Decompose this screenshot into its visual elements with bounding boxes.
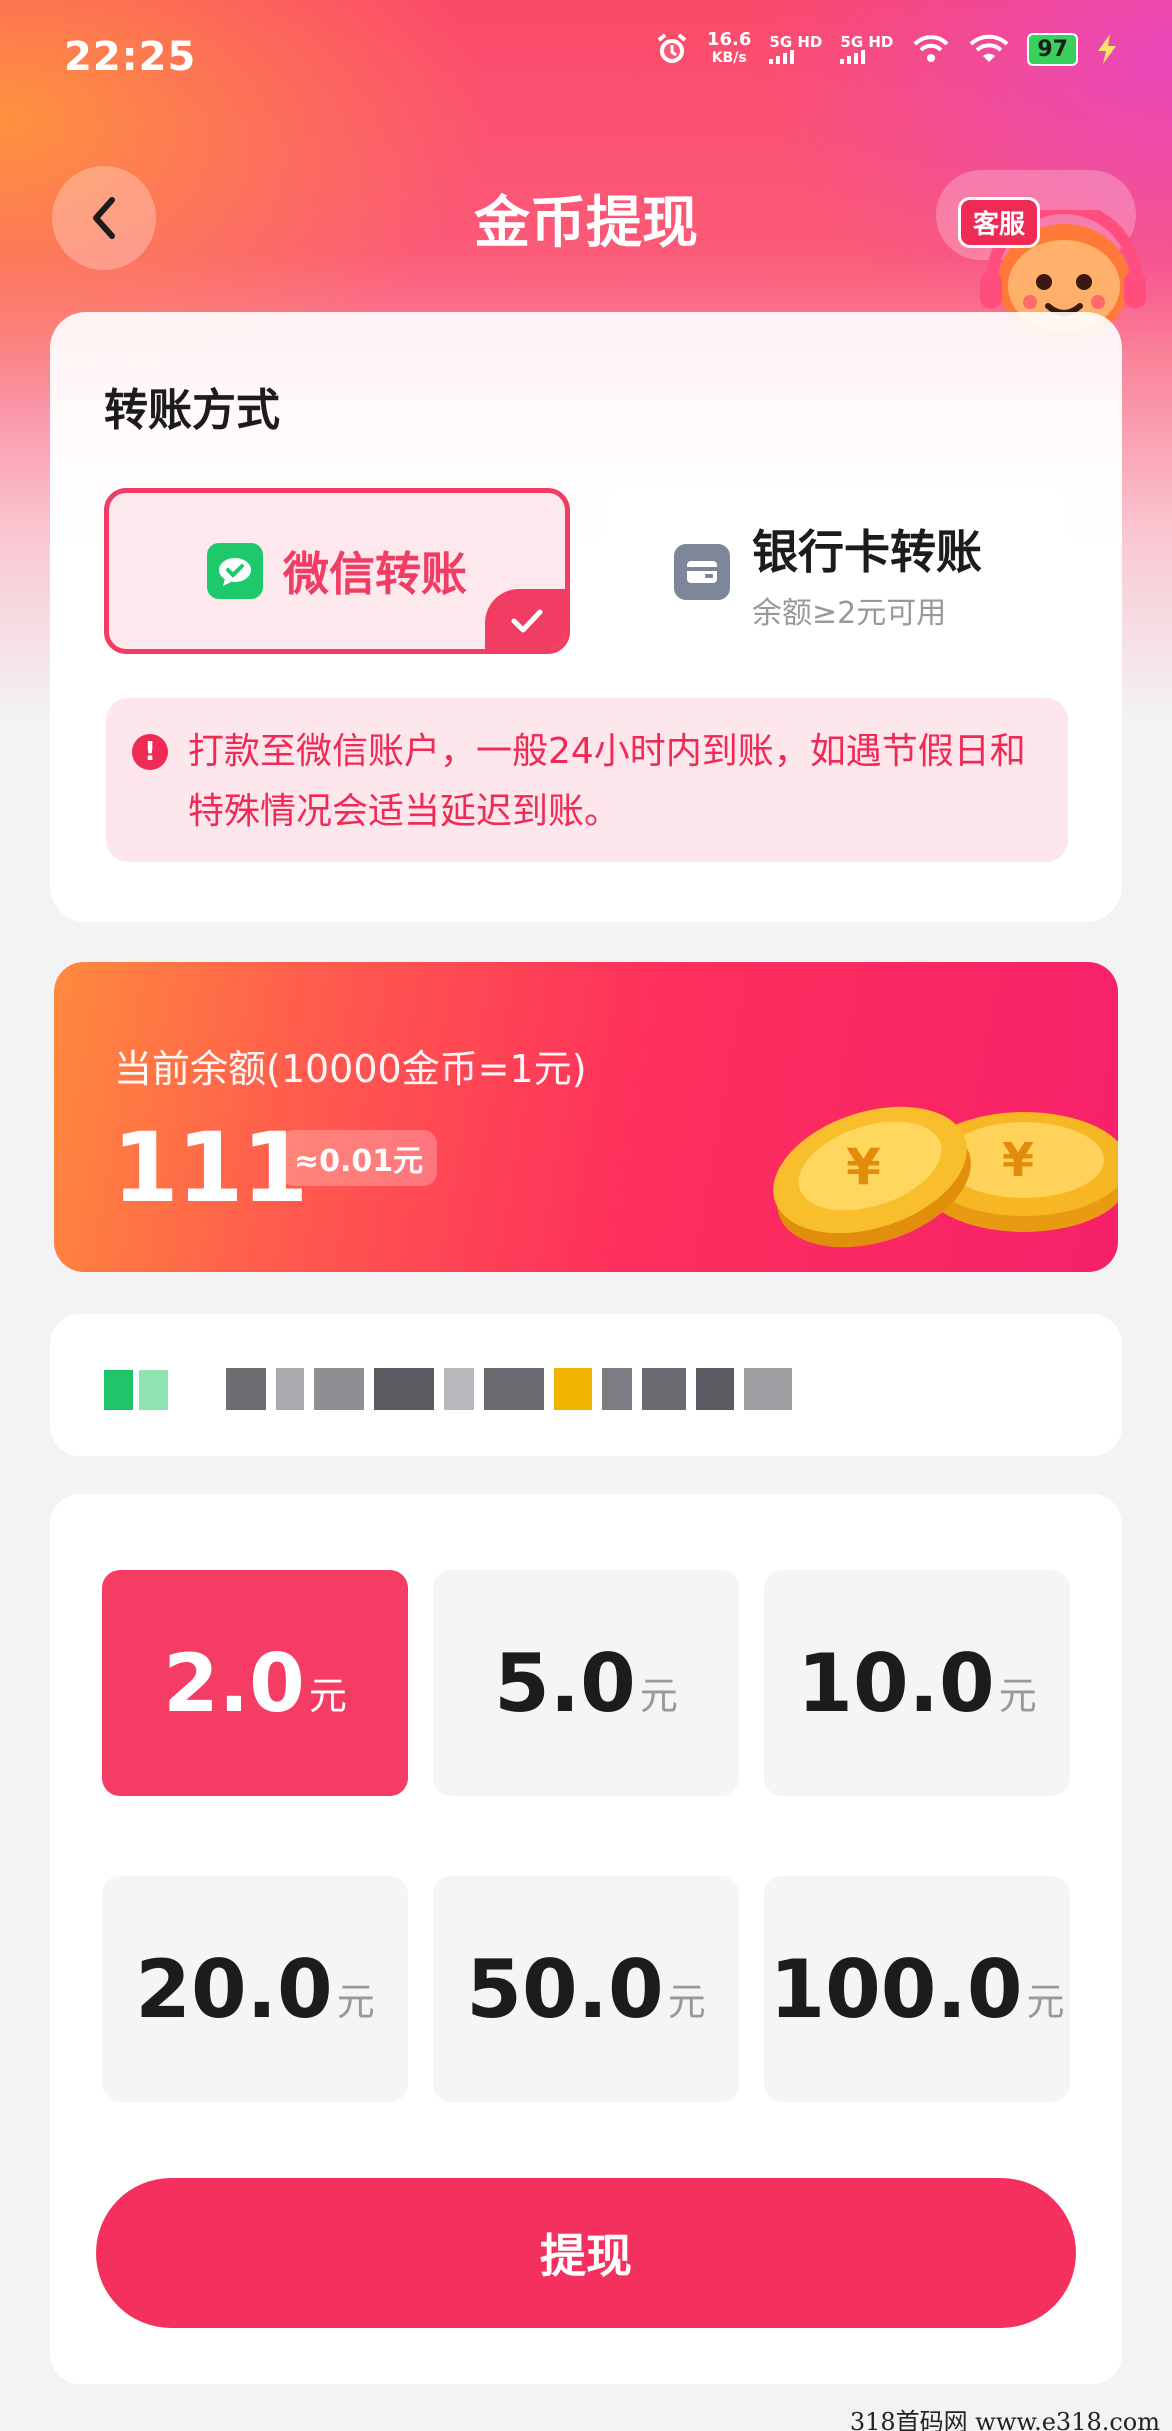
amount-value: 100.0: [769, 1942, 1023, 2036]
notice-banner: ! 打款至微信账户，一般24小时内到账，如遇节假日和特殊情况会适当延迟到账。: [106, 698, 1068, 862]
watermark: 318首码网 www.e318.com: [0, 2398, 1172, 2431]
notice-text: 打款至微信账户，一般24小时内到账，如遇节假日和特殊情况会适当延迟到账。: [188, 731, 1026, 832]
alarm-icon: [655, 32, 689, 66]
amount-option-5[interactable]: 5.0 元: [433, 1570, 739, 1796]
option-bank-transfer[interactable]: 银行卡转账 余额≥2元可用: [604, 488, 1070, 654]
transfer-method-card: 转账方式 微信转账 银行卡转账 余额≥2元可用 ! 打款至微信账户，一般24小时…: [50, 312, 1122, 922]
status-bar: 22:25 16.6 KB/s 5G HD 5G HD 97: [0, 0, 1172, 120]
amount-value: 2.0: [163, 1636, 305, 1730]
account-row[interactable]: [50, 1314, 1122, 1456]
option-label: 银行卡转账: [752, 525, 982, 579]
amount-option-10[interactable]: 10.0 元: [764, 1570, 1070, 1796]
withdraw-button[interactable]: 提现: [96, 2178, 1076, 2328]
amount-unit: 元: [667, 1979, 706, 2024]
net-label-1: 5G HD: [769, 33, 823, 51]
speed-value: 16.6: [706, 29, 752, 50]
amount-value: 50.0: [466, 1942, 664, 2036]
amount-unit: 元: [639, 1673, 678, 1718]
option-sublabel: 余额≥2元可用: [752, 596, 947, 631]
amount-value: 5.0: [494, 1636, 636, 1730]
section-title: 转账方式: [104, 385, 280, 436]
amount-card: 2.0 元 5.0 元 10.0 元 20.0 元 50.0 元 100.0 元 提现: [50, 1494, 1122, 2384]
status-time: 22:25: [64, 34, 197, 80]
amount-unit: 元: [308, 1673, 347, 1718]
amount-option-50[interactable]: 50.0 元: [433, 1876, 739, 2102]
option-label: 微信转账: [283, 547, 467, 601]
svg-text:¥: ¥: [846, 1138, 881, 1196]
amount-value: 10.0: [797, 1636, 995, 1730]
wechat-icon: [104, 1370, 168, 1410]
net-label-2: 5G HD: [840, 33, 894, 51]
network-speed: 16.6 KB/s: [707, 30, 751, 68]
wifi-icon: [969, 32, 1009, 66]
alert-icon: !: [132, 734, 168, 770]
battery-indicator: 97: [1027, 32, 1078, 66]
amount-unit: 元: [1026, 1979, 1065, 2024]
check-icon: [485, 589, 565, 649]
service-badge[interactable]: 客服: [958, 197, 1041, 248]
balance-card: 当前余额(10000金币=1元) 111 ≈0.01元 ¥ ¥: [54, 962, 1118, 1272]
amount-option-20[interactable]: 20.0 元: [102, 1876, 408, 2102]
watermark-text: 318首码网 www.e318.com: [849, 2408, 1160, 2431]
balance-yuan-equivalent: ≈0.01元: [280, 1130, 438, 1186]
page: 22:25 16.6 KB/s 5G HD 5G HD 97 金币提现 客服 转…: [0, 0, 1172, 2431]
balance-value: 111: [112, 1112, 308, 1224]
amount-option-2[interactable]: 2.0 元: [102, 1570, 408, 1796]
account-name-redacted: [226, 1368, 792, 1410]
speed-unit: KB/s: [711, 50, 747, 66]
bank-card-icon: [674, 544, 730, 600]
signal-2-icon: 5G HD: [840, 34, 893, 64]
signal-1-icon: 5G HD: [769, 34, 822, 64]
charging-icon: [1096, 34, 1118, 64]
amount-value: 20.0: [135, 1942, 333, 2036]
wechat-icon: [207, 543, 263, 599]
amount-option-100[interactable]: 100.0 元: [764, 1876, 1070, 2102]
status-icons: 16.6 KB/s 5G HD 5G HD 97: [655, 30, 1118, 68]
amount-unit: 元: [336, 1979, 375, 2024]
balance-label: 当前余额(10000金币=1元): [114, 1047, 587, 1091]
gold-coins-icon: ¥ ¥: [754, 1052, 1118, 1256]
amount-unit: 元: [998, 1673, 1037, 1718]
hotspot-icon: [911, 32, 951, 66]
option-wechat-transfer[interactable]: 微信转账: [104, 488, 570, 654]
svg-text:¥: ¥: [1002, 1133, 1034, 1187]
amount-grid: 2.0 元 5.0 元 10.0 元 20.0 元 50.0 元 100.0 元: [102, 1570, 1070, 2102]
